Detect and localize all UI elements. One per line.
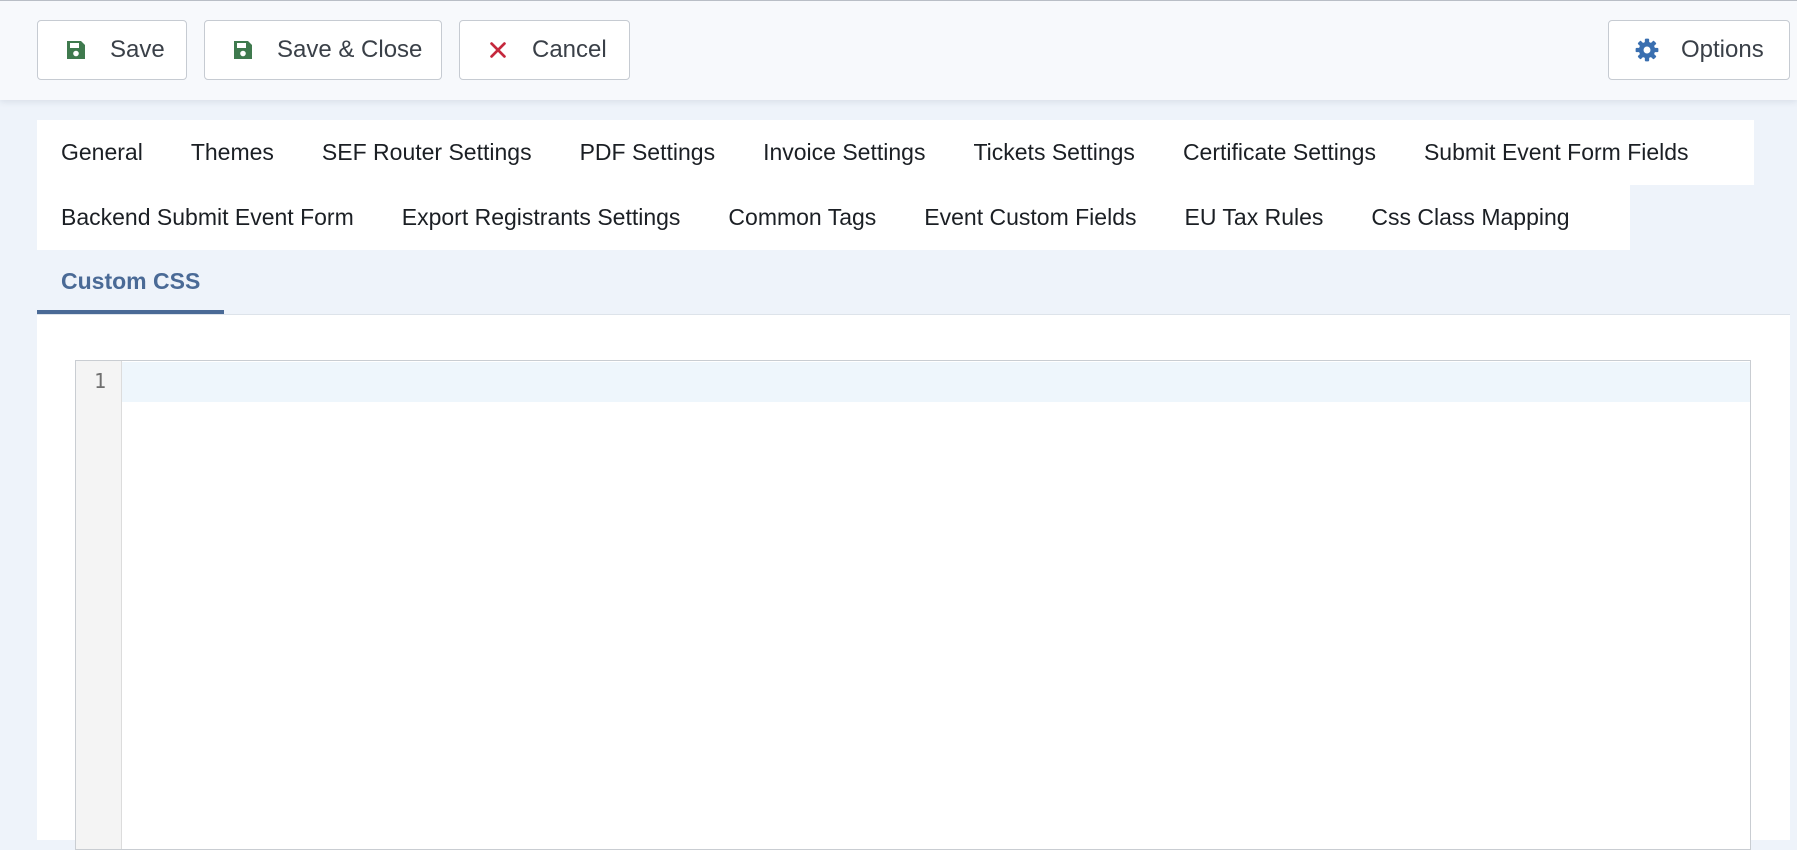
close-icon <box>485 37 511 63</box>
tab-submit-event-form-fields[interactable]: Submit Event Form Fields <box>1400 120 1713 185</box>
options-button-label: Options <box>1681 36 1764 63</box>
floppy-disk-icon <box>63 37 89 63</box>
tab-pdf-settings[interactable]: PDF Settings <box>556 120 740 185</box>
tab-list-row-2: Backend Submit Event Form Export Registr… <box>37 185 1630 250</box>
tab-general[interactable]: General <box>37 120 167 185</box>
tab-content-panel: 1 <box>37 314 1790 850</box>
floppy-disk-icon <box>230 37 256 63</box>
tab-custom-css[interactable]: Custom CSS <box>37 250 225 314</box>
tab-sef-router-settings[interactable]: SEF Router Settings <box>298 120 556 185</box>
tab-list-row-1: General Themes SEF Router Settings PDF S… <box>37 120 1754 185</box>
save-button[interactable]: Save <box>37 20 187 80</box>
tab-css-class-mapping[interactable]: Css Class Mapping <box>1347 185 1593 250</box>
save-and-close-button[interactable]: Save & Close <box>204 20 442 80</box>
tab-event-custom-fields[interactable]: Event Custom Fields <box>900 185 1160 250</box>
tab-eu-tax-rules[interactable]: EU Tax Rules <box>1161 185 1348 250</box>
save-and-close-button-label: Save & Close <box>277 36 423 63</box>
gear-icon <box>1634 37 1660 63</box>
active-line-highlight <box>122 362 1750 402</box>
line-number: 1 <box>93 369 106 393</box>
tab-certificate-settings[interactable]: Certificate Settings <box>1159 120 1400 185</box>
save-button-label: Save <box>110 36 165 63</box>
line-number-gutter: 1 <box>76 361 122 849</box>
toolbar: Save Save & Close Cancel Options <box>0 0 1797 100</box>
tab-export-registrants-settings[interactable]: Export Registrants Settings <box>378 185 705 250</box>
tab-common-tags[interactable]: Common Tags <box>704 185 900 250</box>
tab-tickets-settings[interactable]: Tickets Settings <box>949 120 1158 185</box>
tab-backend-submit-event-form[interactable]: Backend Submit Event Form <box>37 185 378 250</box>
tab-themes[interactable]: Themes <box>167 120 298 185</box>
tab-invoice-settings[interactable]: Invoice Settings <box>739 120 949 185</box>
cancel-button-label: Cancel <box>532 36 607 63</box>
cancel-button[interactable]: Cancel <box>459 20 630 80</box>
code-editor[interactable]: 1 <box>75 360 1751 850</box>
options-button[interactable]: Options <box>1608 20 1790 80</box>
